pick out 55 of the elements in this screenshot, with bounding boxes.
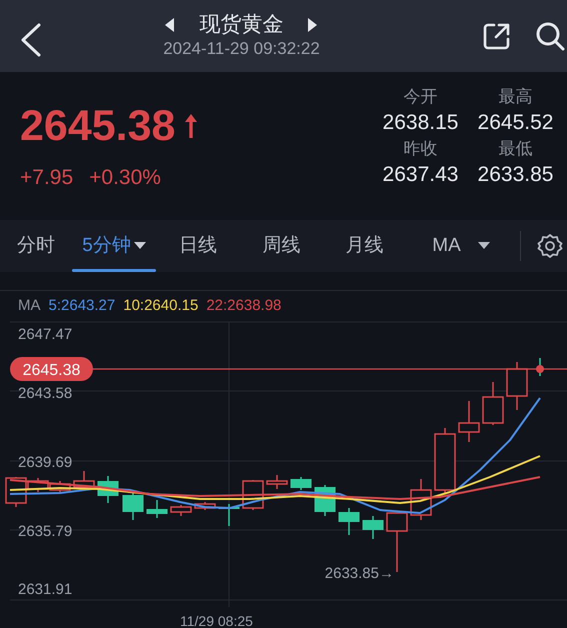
candle [410, 479, 432, 520]
period-tab[interactable]: 5分钟 [72, 220, 156, 272]
last-price: 2645.38 [20, 102, 176, 150]
ma-value: 22:2638.98 [206, 296, 282, 316]
previous-icon[interactable] [165, 18, 176, 32]
candle [146, 500, 168, 518]
candle [362, 516, 384, 539]
stat-label: 最低 [498, 138, 534, 160]
period-tab[interactable]: 日线 [156, 220, 240, 272]
next-icon[interactable] [307, 18, 318, 32]
candle [458, 401, 480, 442]
candle [290, 477, 312, 490]
candle [170, 505, 192, 516]
axis-label: 2647.47 [18, 326, 72, 343]
candle [49, 481, 71, 492]
time-label: 11/29 08:25 [180, 613, 253, 628]
page-title: 现货黄金 [199, 12, 284, 38]
share-icon[interactable] [482, 22, 511, 50]
candle [434, 428, 456, 493]
period-tab[interactable]: MA [406, 220, 516, 272]
stat-value: 2638.15 [382, 110, 460, 136]
stat-label: 最高 [498, 86, 534, 108]
last-candle [536, 358, 544, 376]
candle [98, 476, 118, 503]
period-tab[interactable]: 月线 [323, 220, 406, 272]
price-tag: 2645.38 [10, 357, 93, 381]
stat-label: 今开 [402, 86, 438, 108]
axis-label: 2643.58 [18, 385, 72, 402]
candle [194, 502, 216, 510]
price-change: +7.95 [20, 165, 74, 191]
candle [122, 492, 144, 520]
candle [482, 382, 504, 425]
ma-value: 10:2640.15 [123, 296, 198, 316]
candle [218, 504, 240, 526]
date-time: 2024-11-29 09:32:22 [163, 38, 320, 60]
percent-change: +0.30% [89, 165, 161, 191]
ma-label: MA [18, 296, 40, 316]
stat-value: 2633.85 [476, 162, 554, 188]
stat-value: 2637.43 [382, 162, 460, 188]
candle [506, 362, 528, 410]
axis-label: 2631.91 [18, 581, 72, 598]
axis-label: 2639.69 [18, 454, 72, 471]
settings-icon[interactable] [537, 233, 563, 259]
period-tab[interactable]: 周线 [240, 220, 323, 272]
axis-label: 2635.79 [18, 523, 72, 540]
candle [266, 475, 288, 489]
candle [73, 471, 95, 490]
stat-value: 2645.52 [476, 110, 554, 136]
candle [338, 508, 360, 535]
back-icon[interactable] [20, 23, 42, 57]
low-price-marker: 2633.85→ [324, 565, 394, 582]
search-icon[interactable] [534, 21, 565, 51]
stat-label: 昨收 [402, 138, 438, 160]
ma-value: 5:2643.27 [48, 296, 116, 316]
period-tab[interactable]: 分时 [0, 220, 72, 272]
